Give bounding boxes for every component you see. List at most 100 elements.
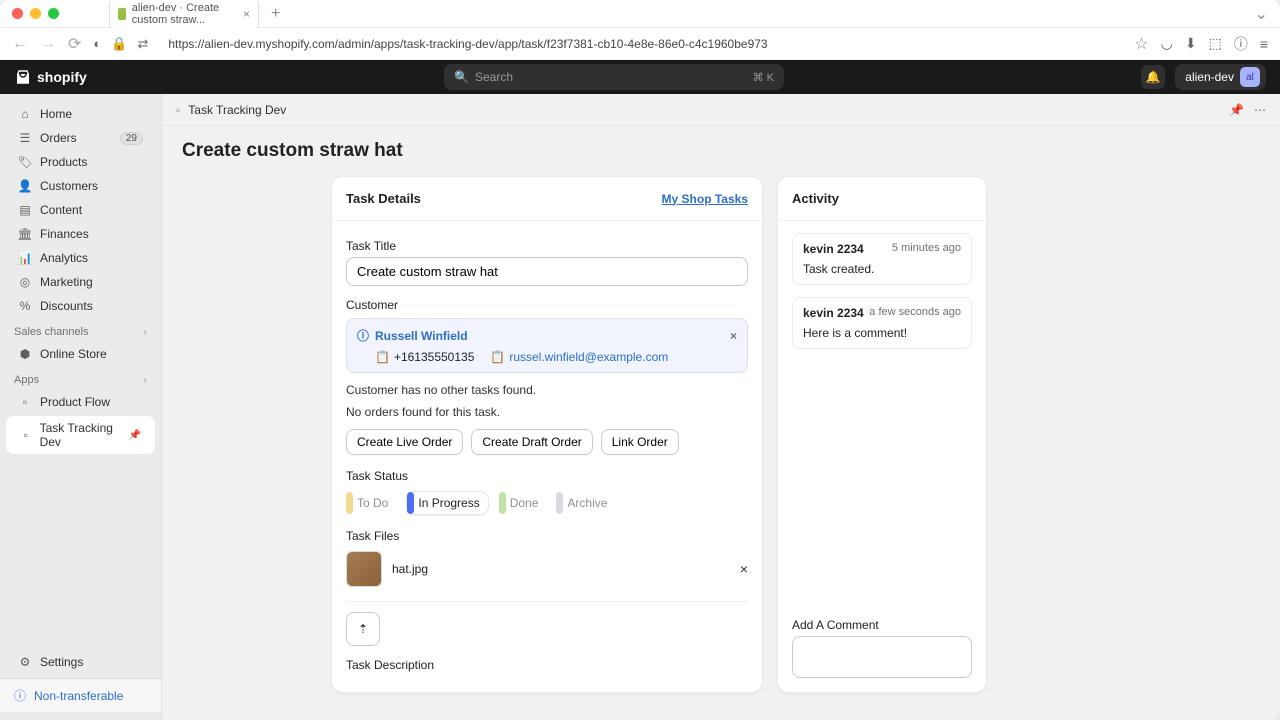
sidebar-item-content[interactable]: ▤Content [4, 198, 157, 222]
status-todo[interactable]: To Do [346, 491, 396, 515]
sidebar: ⌂Home ☰Orders29 🏷Products 👤Customers ▤Co… [0, 94, 162, 720]
shopify-logo[interactable]: shopify [14, 68, 87, 86]
shopify-favicon-icon [118, 8, 126, 20]
status-in-progress[interactable]: In Progress [406, 491, 488, 515]
customer-name[interactable]: Russell Winfield [375, 329, 468, 343]
orders-icon: ☰ [18, 131, 32, 145]
pocket-icon[interactable]: ◡ [1161, 35, 1173, 52]
shopify-topbar: shopify 🔍 Search ⌘ K 🔔 alien-dev al [0, 60, 1280, 94]
sidebar-item-product-flow[interactable]: ▫Product Flow [4, 390, 157, 414]
minimize-window-icon[interactable] [30, 8, 41, 19]
sidebar-item-orders[interactable]: ☰Orders29 [4, 126, 157, 150]
upload-icon: ⇡ [358, 622, 368, 636]
breadcrumb-app[interactable]: Task Tracking Dev [188, 103, 286, 117]
sidebar-item-task-tracking-dev[interactable]: ▫Task Tracking Dev📌 [6, 416, 155, 454]
new-tab-button[interactable]: + [267, 5, 284, 23]
tab-overview-icon[interactable]: ⌄ [1255, 4, 1268, 24]
tab-title: alien-dev · Create custom straw... [132, 2, 237, 26]
permissions-icon[interactable]: ⇄ [137, 36, 148, 52]
bank-icon: 🏛 [18, 227, 32, 241]
reload-button[interactable]: ⟳ [68, 34, 81, 54]
bookmark-star-icon[interactable]: ☆ [1134, 34, 1148, 54]
page-title: Create custom straw hat [162, 126, 1280, 176]
customer-email[interactable]: russel.winfield@example.com [509, 350, 668, 364]
sidebar-heading-channels[interactable]: Sales channels› [0, 318, 161, 342]
card-title: Activity [792, 191, 839, 206]
forward-button[interactable]: → [40, 35, 56, 53]
no-other-tasks-text: Customer has no other tasks found. [346, 383, 748, 397]
sidebar-item-marketing[interactable]: ◎Marketing [4, 270, 157, 294]
app-icon: ▫ [18, 395, 32, 409]
status-done[interactable]: Done [499, 491, 547, 515]
activity-item: kevin 2234a few seconds ago Here is a co… [792, 297, 972, 349]
gear-icon: ⚙ [18, 655, 32, 669]
global-search[interactable]: 🔍 Search ⌘ K [444, 64, 784, 90]
sidebar-item-analytics[interactable]: 📊Analytics [4, 246, 157, 270]
extensions-icon[interactable]: ⬚ [1209, 35, 1222, 52]
search-placeholder: Search [475, 70, 513, 84]
pin-icon[interactable]: 📌 [129, 430, 141, 441]
downloads-icon[interactable]: ⬇ [1185, 35, 1197, 52]
activity-card: Activity kevin 22345 minutes ago Task cr… [777, 176, 987, 693]
sidebar-item-home[interactable]: ⌂Home [4, 102, 157, 126]
card-title: Task Details [346, 191, 421, 206]
clipboard-icon[interactable]: 📋 [490, 350, 505, 364]
activity-item: kevin 22345 minutes ago Task created. [792, 233, 972, 285]
close-window-icon[interactable] [12, 8, 23, 19]
lock-icon[interactable]: 🔒 [111, 36, 127, 52]
chart-icon: 📊 [18, 251, 32, 265]
non-transferable-notice[interactable]: ⓘNon-transferable [0, 679, 161, 712]
remove-file-icon[interactable]: × [740, 561, 748, 577]
pin-icon[interactable]: 📌 [1229, 103, 1244, 117]
maximize-window-icon[interactable] [48, 8, 59, 19]
account-icon[interactable]: ⓘ [1234, 34, 1248, 54]
activity-user: kevin 2234 [803, 306, 864, 320]
activity-time: a few seconds ago [869, 306, 961, 320]
tag-icon: 🏷 [18, 155, 32, 169]
file-thumbnail[interactable] [346, 551, 382, 587]
menu-icon[interactable]: ≡ [1260, 36, 1268, 52]
customer-card: ⓘ Russell Winfield × 📋 +16135550135 📋 russ… [346, 318, 748, 373]
task-title-input[interactable] [346, 257, 748, 286]
avatar: al [1240, 67, 1260, 87]
remove-customer-icon[interactable]: × [730, 329, 737, 343]
content-icon: ▤ [18, 203, 32, 217]
main-content: ▫ Task Tracking Dev 📌 ⋯ Create custom st… [162, 94, 1280, 720]
add-comment-label: Add A Comment [792, 618, 972, 632]
sidebar-item-finances[interactable]: 🏛Finances [4, 222, 157, 246]
create-live-order-button[interactable]: Create Live Order [346, 429, 463, 455]
sidebar-item-customers[interactable]: 👤Customers [4, 174, 157, 198]
create-draft-order-button[interactable]: Create Draft Order [471, 429, 592, 455]
notifications-button[interactable]: 🔔 [1141, 65, 1165, 89]
app-icon: ▫ [20, 428, 32, 442]
customer-phone[interactable]: +16135550135 [394, 350, 474, 364]
task-files-label: Task Files [346, 529, 748, 543]
back-button[interactable]: ← [12, 35, 28, 53]
info-icon: ⓘ [357, 327, 369, 344]
file-name: hat.jpg [392, 562, 428, 576]
sidebar-item-discounts[interactable]: %Discounts [4, 294, 157, 318]
sidebar-item-settings[interactable]: ⚙Settings [4, 650, 157, 674]
clipboard-icon[interactable]: 📋 [375, 350, 390, 364]
tab-close-icon[interactable]: × [243, 7, 250, 21]
link-order-button[interactable]: Link Order [601, 429, 679, 455]
comment-input[interactable] [792, 636, 972, 678]
task-status-label: Task Status [346, 469, 748, 483]
activity-time: 5 minutes ago [892, 242, 961, 256]
sidebar-item-online-store[interactable]: ⬢Online Store [4, 342, 157, 366]
search-kbd-hint: ⌘ K [753, 71, 774, 84]
url-field[interactable]: https://alien-dev.myshopify.com/admin/ap… [160, 37, 1122, 51]
my-shop-tasks-link[interactable]: My Shop Tasks [662, 192, 748, 206]
upload-file-button[interactable]: ⇡ [346, 612, 380, 646]
chevron-right-icon: › [144, 375, 147, 386]
shield-icon[interactable]: ◐ [93, 36, 101, 51]
task-title-label: Task Title [346, 239, 748, 253]
sidebar-item-products[interactable]: 🏷Products [4, 150, 157, 174]
file-row: hat.jpg × [346, 547, 748, 591]
more-icon[interactable]: ⋯ [1254, 103, 1266, 117]
store-menu[interactable]: alien-dev al [1175, 64, 1266, 90]
store-name: alien-dev [1185, 70, 1234, 84]
sidebar-heading-apps[interactable]: Apps› [0, 366, 161, 390]
browser-tab[interactable]: alien-dev · Create custom straw... × [109, 0, 259, 30]
status-archive[interactable]: Archive [556, 491, 615, 515]
